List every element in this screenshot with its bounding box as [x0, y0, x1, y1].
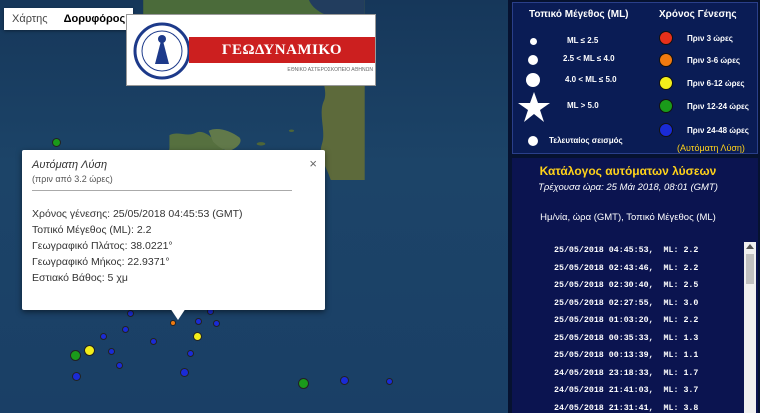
- institute-title: ΓΕΩΔΥΝΑΜΙΚΟ ΙΝΣΤΙΤΟΥΤΟ: [189, 37, 375, 84]
- quake-marker[interactable]: [195, 318, 202, 325]
- catalog-list[interactable]: 25/05/2018 04:45:53, ML: 2.2 25/05/2018 …: [512, 242, 742, 413]
- quake-marker[interactable]: [70, 350, 81, 361]
- institute-logo: ΓΕΩΔΥΝΑΜΙΚΟ ΙΝΣΤΙΤΟΥΤΟ ΕΘΝΙΚΟ ΑΣΤΕΡΟΣΚΟΠ…: [126, 14, 376, 86]
- institute-seal-icon: [133, 22, 191, 80]
- magnitude-star-icon: [518, 92, 550, 122]
- catalog-entry[interactable]: 24/05/2018 21:41:03, ML: 3.7: [512, 382, 742, 400]
- popup-origin-time: Χρόνος γένεσης: 25/05/2018 04:45:53 (GMT…: [32, 208, 243, 220]
- quake-marker[interactable]: [150, 338, 157, 345]
- quake-marker[interactable]: [116, 362, 123, 369]
- catalog-entry[interactable]: 24/05/2018 23:18:33, ML: 1.7: [512, 365, 742, 383]
- map-view[interactable]: Χάρτης Δορυφόρος ΓΕΩΔΥΝΑΜΙΚΟ ΙΝΣΤΙΤΟΥΤΟ …: [0, 0, 508, 413]
- map-type-control: Χάρτης Δορυφόρος: [4, 8, 134, 30]
- popup-close-button[interactable]: ×: [309, 156, 317, 171]
- popup-divider: [32, 190, 292, 191]
- quake-marker[interactable]: [386, 378, 393, 385]
- map-type-map-button[interactable]: Χάρτης: [4, 8, 56, 30]
- catalog-entry[interactable]: 25/05/2018 02:30:40, ML: 2.5: [512, 277, 742, 295]
- catalog-title: Κατάλογος αυτόματων λύσεων: [539, 164, 717, 178]
- catalog-entry[interactable]: 24/05/2018 21:31:41, ML: 3.8: [512, 400, 742, 413]
- quake-marker[interactable]: [187, 350, 194, 357]
- time-row-5: Πριν 24-48 ώρες: [687, 126, 749, 135]
- time-dot-icon: [659, 31, 673, 45]
- quake-marker[interactable]: [100, 333, 107, 340]
- popup-details: Χρόνος γένεσης: 25/05/2018 04:45:53 (GMT…: [32, 206, 243, 286]
- current-time: Τρέχουσα ώρα: 25 Μάι 2018, 08:01 (GMT): [538, 182, 718, 193]
- legend-time-header: Χρόνος Γένεσης: [659, 9, 737, 20]
- popup-depth: Εστιακό Βάθος: 5 χμ: [32, 272, 128, 284]
- latest-quake-icon: [528, 136, 538, 146]
- quake-marker[interactable]: [193, 332, 202, 341]
- legend-magnitude-header: Τοπικό Μέγεθος (ML): [529, 9, 629, 20]
- time-dot-icon: [659, 53, 673, 67]
- catalog-entry[interactable]: 25/05/2018 00:13:39, ML: 1.1: [512, 347, 742, 365]
- institute-subtitle: ΕΘΝΙΚΟ ΑΣΤΕΡΟΣΚΟΠΕΙΟ ΑΘΗΝΩΝ: [287, 67, 373, 73]
- quake-marker[interactable]: [72, 372, 81, 381]
- time-row-1: Πριν 3 ώρες: [687, 34, 733, 43]
- quake-marker[interactable]: [340, 376, 349, 385]
- popup-magnitude: Τοπικό Μέγεθος (ML): 2.2: [32, 224, 152, 236]
- scroll-thumb[interactable]: [746, 254, 754, 284]
- popup-longitude: Γεωγραφικό Μήκος: 22.9371°: [32, 256, 170, 268]
- catalog-entry[interactable]: 25/05/2018 04:45:53, ML: 2.2: [512, 242, 742, 260]
- popup-pointer: [170, 308, 186, 320]
- magnitude-row-1: ML ≤ 2.5: [567, 36, 599, 45]
- magnitude-medium-icon: [528, 55, 538, 65]
- quake-marker[interactable]: [170, 320, 176, 326]
- quake-marker[interactable]: [122, 326, 129, 333]
- popup-title: Αυτόματη Λύση: [32, 159, 108, 171]
- magnitude-small-icon: [530, 38, 537, 45]
- side-panel: Τοπικό Μέγεθος (ML) Χρόνος Γένεσης ML ≤ …: [508, 0, 760, 413]
- auto-solution-link[interactable]: (Αυτόματη Λύση): [677, 143, 745, 153]
- time-row-4: Πριν 12-24 ώρες: [687, 102, 749, 111]
- catalog-entry[interactable]: 25/05/2018 00:35:33, ML: 1.3: [512, 330, 742, 348]
- legend: Τοπικό Μέγεθος (ML) Χρόνος Γένεσης ML ≤ …: [512, 2, 758, 154]
- time-row-3: Πριν 6-12 ώρες: [687, 79, 745, 88]
- event-info-popup: × Αυτόματη Λύση (πριν από 3.2 ώρες) Χρόν…: [22, 150, 325, 320]
- magnitude-row-latest: Τελευταίος σεισμός: [549, 136, 623, 145]
- catalog-panel: Κατάλογος αυτόματων λύσεων Τρέχουσα ώρα:…: [512, 158, 758, 413]
- quake-marker[interactable]: [84, 345, 95, 356]
- magnitude-large-icon: [526, 73, 540, 87]
- quake-marker[interactable]: [180, 368, 189, 377]
- time-dot-icon: [659, 99, 673, 113]
- quake-marker[interactable]: [213, 320, 220, 327]
- catalog-entry[interactable]: 25/05/2018 02:27:55, ML: 3.0: [512, 295, 742, 313]
- catalog-columns-label: Ημ/νία, ώρα (GMT), Τοπικό Μέγεθος (ML): [540, 212, 716, 223]
- quake-marker[interactable]: [298, 378, 309, 389]
- quake-marker[interactable]: [108, 348, 115, 355]
- time-row-2: Πριν 3-6 ώρες: [687, 56, 741, 65]
- map-type-satellite-button[interactable]: Δορυφόρος: [55, 8, 134, 30]
- catalog-scrollbar[interactable]: [744, 242, 756, 413]
- magnitude-row-4: ML > 5.0: [567, 101, 599, 110]
- popup-latitude: Γεωγραφικό Πλάτος: 38.0221°: [32, 240, 173, 252]
- catalog-entry[interactable]: 25/05/2018 01:03:20, ML: 2.2: [512, 312, 742, 330]
- popup-subtitle: (πριν από 3.2 ώρες): [32, 174, 113, 184]
- catalog-entry[interactable]: 25/05/2018 02:43:46, ML: 2.2: [512, 260, 742, 278]
- quake-marker[interactable]: [52, 138, 61, 147]
- scroll-up-arrow-icon[interactable]: [746, 244, 754, 249]
- magnitude-row-2: 2.5 < ML ≤ 4.0: [563, 54, 615, 63]
- magnitude-row-3: 4.0 < ML ≤ 5.0: [565, 75, 617, 84]
- quake-marker[interactable]: [127, 310, 134, 317]
- time-dot-icon: [659, 76, 673, 90]
- time-dot-icon: [659, 123, 673, 137]
